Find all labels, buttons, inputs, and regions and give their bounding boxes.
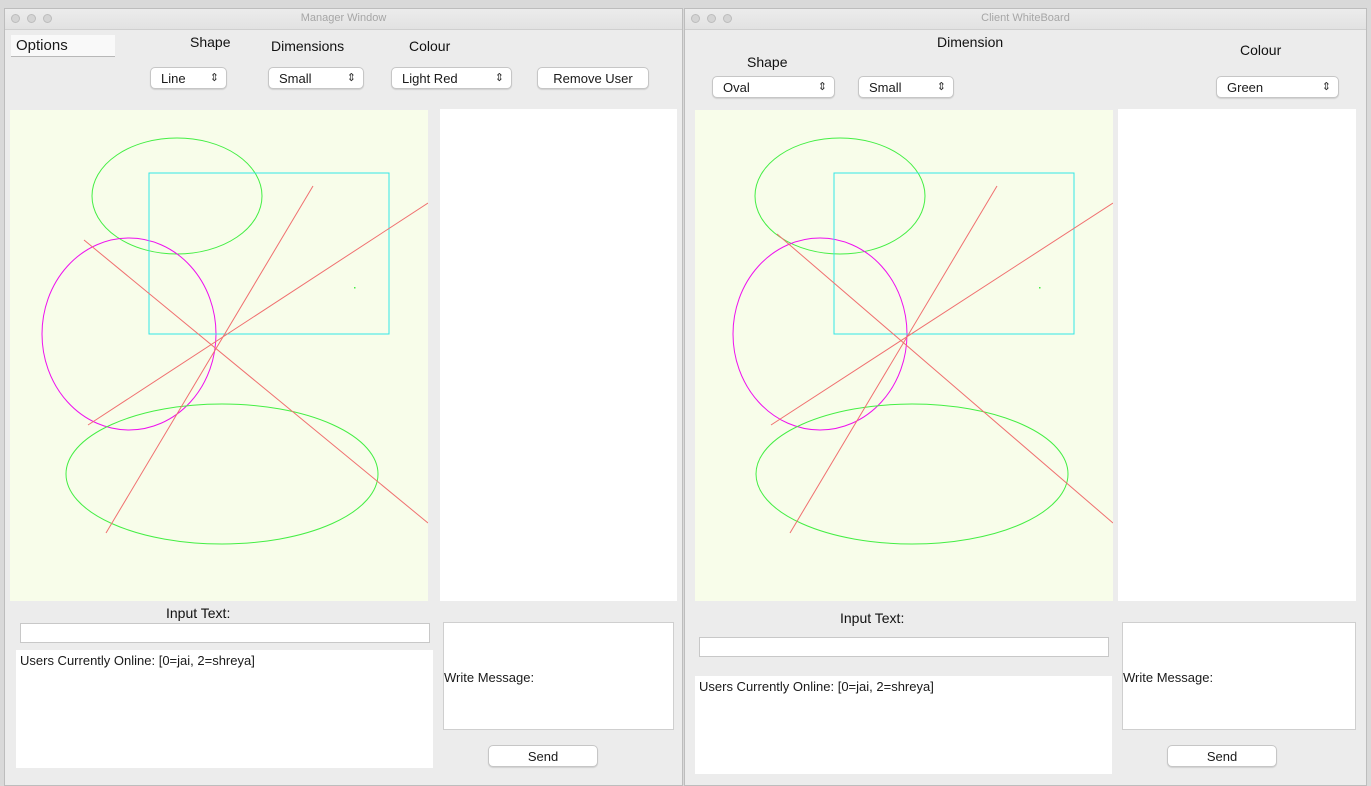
shape-select[interactable]: Line ⇕ (150, 67, 227, 89)
dimension-select-value: Small (279, 71, 312, 86)
window-title: Manager Window (300, 12, 387, 24)
green-oval-shape (65, 403, 379, 545)
colour-label: Colour (409, 38, 451, 54)
users-online-list: Users Currently Online: [0=jai, 2=shreya… (16, 650, 433, 768)
chevron-updown-icon: ⇕ (494, 72, 504, 84)
client-window: Client WhiteBoard Dimension Shape Colour… (684, 8, 1367, 786)
client-titlebar: Client WhiteBoard (685, 9, 1366, 30)
whiteboard-canvas[interactable] (695, 110, 1113, 601)
manager-window: Manager Window Options Shape Dimensions … (4, 8, 683, 786)
whiteboard-canvas[interactable] (10, 110, 428, 601)
whiteboard-drawing (732, 137, 1113, 545)
dimension-label: Dimension (937, 34, 1004, 50)
cyan-rectangle-shape (833, 172, 1075, 335)
write-message-label: Write Message: (1123, 670, 1214, 685)
green-oval-shape (91, 137, 263, 255)
red-line-shape (770, 202, 1113, 426)
colour-select[interactable]: Light Red ⇕ (391, 67, 512, 89)
manager-titlebar: Manager Window (5, 9, 682, 30)
colour-select-value: Light Red (402, 71, 458, 86)
dimensions-label: Dimensions (271, 38, 345, 54)
options-menu[interactable]: Options (11, 35, 115, 57)
green-oval-shape (755, 403, 1069, 545)
shape-label: Shape (190, 34, 231, 50)
write-message-area[interactable]: Write Message: (443, 622, 674, 730)
shape-select-value: Line (161, 71, 186, 86)
small-green-dot (354, 287, 356, 289)
write-message-label: Write Message: (444, 670, 535, 685)
dimension-select[interactable]: Small ⇕ (858, 76, 954, 98)
chevron-updown-icon: ⇕ (817, 81, 827, 93)
chevron-updown-icon: ⇕ (209, 72, 219, 84)
input-text-field[interactable] (20, 623, 430, 643)
input-text-field[interactable] (699, 637, 1109, 657)
message-display-panel (440, 109, 677, 601)
input-text-label: Input Text: (166, 605, 231, 621)
write-message-area[interactable]: Write Message: (1122, 622, 1356, 730)
users-online-list: Users Currently Online: [0=jai, 2=shreya… (695, 676, 1112, 774)
small-green-dot (1039, 287, 1041, 289)
chevron-updown-icon: ⇕ (346, 72, 356, 84)
colour-select[interactable]: Green ⇕ (1216, 76, 1339, 98)
input-text-label: Input Text: (840, 610, 905, 626)
send-button[interactable]: Send (488, 745, 598, 767)
shape-label: Shape (747, 54, 788, 70)
colour-select-value: Green (1227, 80, 1264, 95)
whiteboard-drawing (41, 137, 428, 545)
chevron-updown-icon: ⇕ (936, 81, 946, 93)
shape-select[interactable]: Oval ⇕ (712, 76, 835, 98)
message-display-panel (1118, 109, 1356, 601)
red-line-shape (87, 202, 428, 426)
dimension-select[interactable]: Small ⇕ (268, 67, 364, 89)
colour-label: Colour (1240, 42, 1282, 58)
remove-user-button[interactable]: Remove User (537, 67, 649, 89)
window-title: Client WhiteBoard (981, 12, 1070, 24)
dimension-select-value: Small (869, 80, 902, 95)
red-line-shape (776, 233, 1113, 524)
send-button[interactable]: Send (1167, 745, 1277, 767)
shape-select-value: Oval (723, 80, 750, 95)
chevron-updown-icon: ⇕ (1321, 81, 1331, 93)
